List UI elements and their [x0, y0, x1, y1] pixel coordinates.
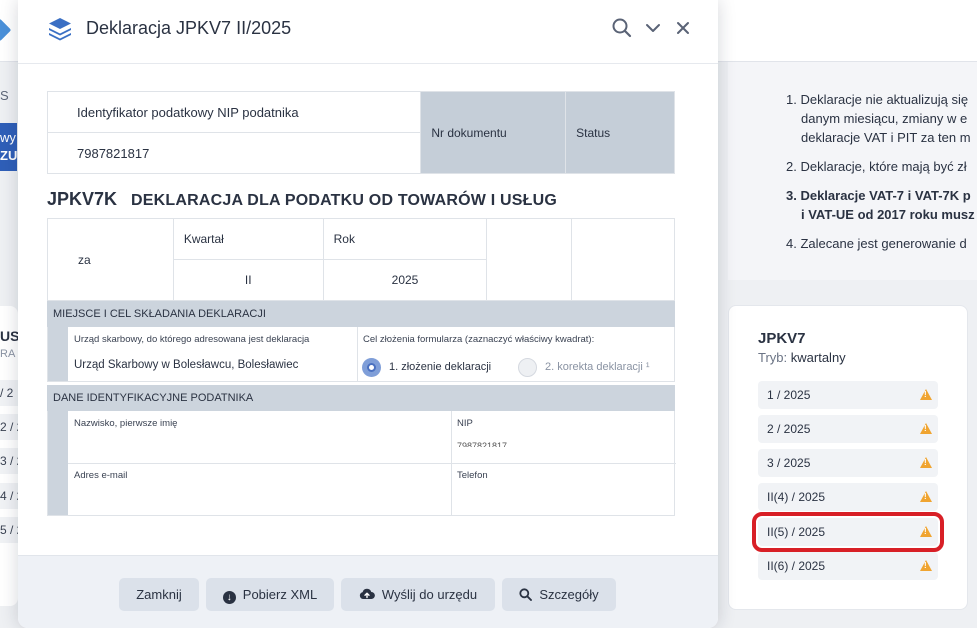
- declaration-period-item[interactable]: 2 / 2025: [758, 415, 938, 443]
- modal-header: Deklaracja JPKV7 II/2025: [18, 0, 718, 64]
- nip-label: Identyfikator podatkowy NIP podatnika: [46, 91, 422, 133]
- info-list: 1. Deklaracje nie aktualizują się danym m…: [786, 90, 977, 263]
- declaration-description: DEKLARACJA DLA PODATKU OD TOWARÓW I USŁU…: [131, 192, 557, 209]
- telefon-label: Telefon: [457, 470, 488, 481]
- declaration-period-item[interactable]: 3 / 2025: [758, 449, 938, 477]
- declaration-period-item[interactable]: 1 / 2025: [758, 381, 938, 409]
- declaration-period-item-selected[interactable]: II(5) / 2025: [752, 512, 944, 552]
- close-button[interactable]: Zamknij: [119, 578, 199, 611]
- nip2-label: NIP: [457, 418, 473, 429]
- left-partial-row[interactable]: 3 / 2: [0, 448, 18, 474]
- kwartal-label: Kwartał: [172, 218, 324, 260]
- info-item: 4. Zalecane jest generowanie d: [786, 236, 967, 251]
- urzad-label: Urząd skarbowy, do którego adresowana je…: [74, 334, 310, 345]
- rok-value: 2025: [322, 259, 488, 301]
- left-partial-text: S: [0, 88, 9, 103]
- left-partial-row[interactable]: 5 / 2: [0, 517, 18, 543]
- left-partial-title: US: [0, 328, 20, 344]
- chevron-down-icon[interactable]: [642, 17, 664, 39]
- section-miejsce-cel: MIEJSCE I CEL SKŁADANIA DEKLARACJI: [47, 301, 675, 327]
- send-to-office-button[interactable]: Wyślij do urzędu: [341, 578, 495, 611]
- info-panel: 1. Deklaracje nie aktualizują się danym m…: [728, 62, 977, 280]
- radio-zlozenie[interactable]: [362, 358, 381, 377]
- radio-korekta[interactable]: [518, 358, 537, 377]
- declaration-code: JPKV7K: [47, 189, 118, 209]
- nip-value: 7987821817: [46, 132, 422, 174]
- cel-label: Cel złożenia formularza (zaznaczyć właśc…: [363, 334, 595, 345]
- left-partial-button[interactable]: wy ZU: [0, 123, 17, 171]
- info-item: 2. Deklaracje, które mają być zł: [786, 159, 967, 174]
- section-dane-identyfikacyjne: DANE IDENTYFIKACYJNE PODATNIKA: [47, 385, 675, 411]
- urzad-value: Urząd Skarbowy w Bolesławcu, Bolesławiec: [74, 359, 299, 371]
- layers-icon: [49, 18, 71, 41]
- warning-icon: [920, 423, 932, 434]
- warning-icon: [920, 560, 932, 571]
- section-dane-body: Nazwisko, pierwsze imię NIP 7987821817 A…: [47, 411, 676, 516]
- empty-cell: [486, 218, 573, 301]
- modal-footer: Zamknij ↓ Pobierz XML Wyślij do urzędu Sz…: [18, 555, 718, 628]
- info-item: 3. Deklaracje VAT-7 i VAT-7K pi VAT-UE o…: [786, 188, 975, 222]
- section-stripe: [48, 411, 68, 515]
- search-icon[interactable]: [611, 17, 633, 39]
- details-button[interactable]: Szczegóły: [502, 578, 616, 611]
- rok-label: Rok: [322, 218, 488, 260]
- declaration-list-title: JPKV7: [758, 330, 806, 347]
- close-icon[interactable]: [672, 17, 694, 39]
- warning-icon: [920, 526, 932, 537]
- modal-title: Deklaracja JPKV7 II/2025: [86, 18, 292, 38]
- period-table: za Kwartał Rok II 2025: [47, 218, 675, 301]
- declaration-list-card: JPKV7 Tryb: kwartalny 1 / 2025 2 / 2025 …: [728, 305, 968, 610]
- left-btn-line2: ZU: [0, 148, 17, 163]
- left-partial-row[interactable]: / 2: [0, 380, 18, 406]
- warning-icon: [920, 457, 932, 468]
- section-miejsce-cel-body: Urząd skarbowy, do którego adresowana je…: [47, 327, 675, 382]
- left-partial-subtitle: RA: [0, 348, 16, 360]
- nazwisko-label: Nazwisko, pierwsze imię: [74, 418, 178, 429]
- za-label: za: [47, 218, 174, 301]
- cell-divider: [357, 327, 358, 382]
- warning-icon: [920, 491, 932, 502]
- row-divider: [68, 463, 676, 464]
- declaration-period-item[interactable]: II(4) / 2025: [758, 483, 938, 511]
- download-icon: ↓: [222, 591, 236, 604]
- left-partial-row[interactable]: 4 / 2: [0, 483, 18, 509]
- cel-option1-label[interactable]: 1. złożenie deklaracji: [389, 361, 491, 373]
- warning-icon: [920, 389, 932, 400]
- left-partial-row[interactable]: 2 / 2: [0, 414, 18, 440]
- declaration-modal: Deklaracja JPKV7 II/2025 Identyfikator p…: [18, 0, 718, 628]
- empty-cell: [571, 218, 675, 301]
- email-label: Adres e-mail: [74, 470, 128, 481]
- declaration-mode: Tryb: kwartalny: [758, 350, 846, 365]
- download-xml-button[interactable]: ↓ Pobierz XML: [206, 578, 334, 611]
- status-label: Status: [565, 91, 675, 174]
- section-stripe: [48, 327, 68, 381]
- search-icon: [519, 588, 533, 601]
- info-item: 1. Deklaracje nie aktualizują się danym m…: [786, 92, 971, 145]
- nip2-value: 7987821817: [457, 441, 508, 447]
- kwartal-value: II: [172, 259, 324, 301]
- cel-option2-label[interactable]: 2. korekta deklaracji ¹: [545, 361, 650, 373]
- cloud-upload-icon: [359, 588, 375, 599]
- declaration-period-item[interactable]: II(6) / 2025: [758, 552, 938, 580]
- declaration-heading: JPKV7K DEKLARACJA DLA PODATKU OD TOWARÓW …: [47, 189, 557, 210]
- nr-dokumentu-label: Nr dokumentu: [420, 91, 567, 174]
- left-btn-line1: wy: [0, 130, 16, 145]
- header-table: Identyfikator podatkowy NIP podatnika Nr…: [46, 91, 675, 174]
